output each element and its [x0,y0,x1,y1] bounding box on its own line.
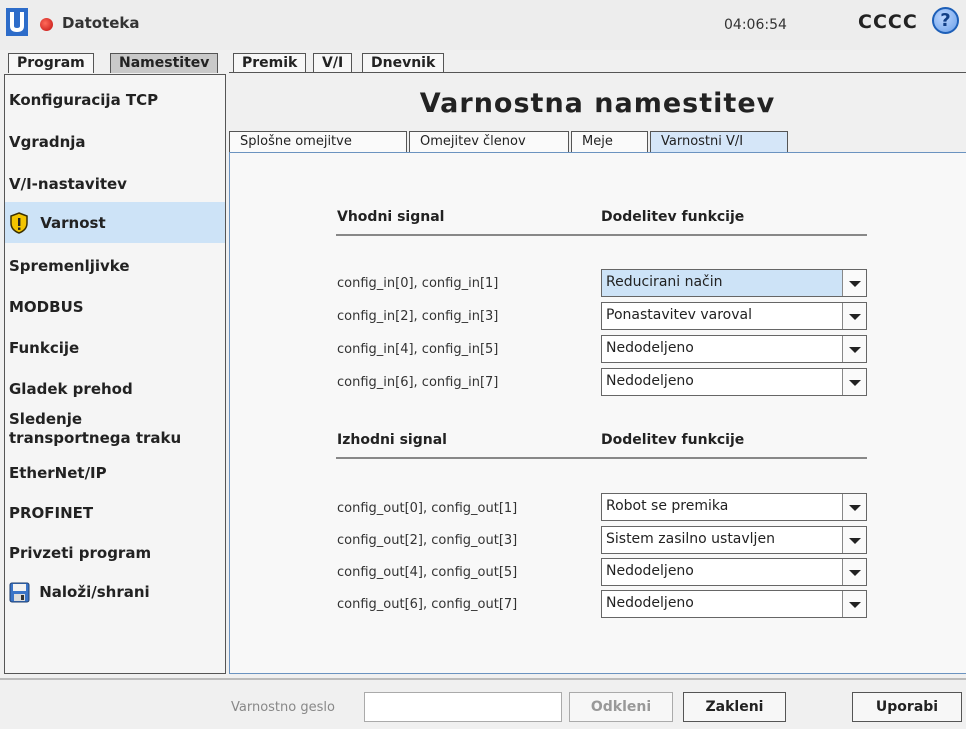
lock-button[interactable]: Zakleni [683,692,786,722]
sidebar-item-mounting[interactable]: Vgradnja [5,133,225,151]
ur-logo-icon [6,8,28,36]
input-header-divider [336,234,867,236]
sidebar-item-default-program[interactable]: Privzeti program [5,544,225,562]
chevron-down-icon[interactable] [842,494,866,520]
chevron-down-icon[interactable] [842,369,866,395]
input-function-select-0[interactable]: Reducirani način [601,269,867,297]
output-signal-header: Izhodni signal [337,432,447,448]
safety-password-label: Varnostno geslo [231,700,335,715]
sidebar-item-modbus[interactable]: MODBUS [5,298,225,316]
sidebar-item-variables[interactable]: Spremenljivke [5,257,225,275]
tab-namestitev[interactable]: Namestitev [110,53,219,73]
select-value: Sistem zasilno ustavljen [606,531,775,547]
tab-premik[interactable]: Premik [233,53,307,73]
input-function-select-2[interactable]: Nedodeljeno [601,335,867,363]
sidebar-item-ethernet-ip[interactable]: EtherNet/IP [5,464,225,482]
tab-vi[interactable]: V/I [313,53,353,73]
robot-name: CCCC [858,11,918,33]
unlock-button[interactable]: Odkleni [569,692,673,722]
input-function-header: Dodelitev funkcije [601,209,745,225]
file-menu[interactable]: Datoteka [62,14,140,32]
tab-joint-limits[interactable]: Omejitev členov [409,131,569,152]
robot-status-dot-icon [40,18,53,31]
safety-password-input[interactable] [364,692,562,722]
tab-boundaries[interactable]: Meje [571,131,648,152]
tab-dnevnik[interactable]: Dnevnik [362,53,445,73]
tab-general-limits[interactable]: Splošne omejitve [229,131,407,152]
output-signal-label: config_out[0], config_out[1] [337,501,518,516]
sidebar-item-profinet[interactable]: PROFINET [5,504,225,522]
input-signal-label: config_in[6], config_in[7] [337,375,499,390]
sidebar-item-safety[interactable]: Varnost [5,202,225,243]
apply-button[interactable]: Uporabi [852,692,962,722]
input-function-select-3[interactable]: Nedodeljeno [601,368,867,396]
select-value: Nedodeljeno [606,373,694,389]
input-signal-header: Vhodni signal [337,209,445,225]
chevron-down-icon[interactable] [842,591,866,617]
sidebar-item-label: Naloži/shrani [39,583,150,601]
help-icon[interactable]: ? [932,7,959,34]
select-value: Ponastavitev varoval [606,307,752,323]
output-header-divider [336,457,867,459]
chevron-down-icon[interactable] [842,270,866,296]
sidebar: Konfiguracija TCP Vgradnja V/I-nastavite… [4,74,226,674]
output-function-select-3[interactable]: Nedodeljeno [601,590,867,618]
sidebar-item-tcp[interactable]: Konfiguracija TCP [5,91,225,109]
select-value: Robot se premika [606,498,729,514]
main-content: Varnostna namestitev Splošne omejitve Om… [229,74,966,674]
sidebar-item-label: Varnost [40,213,106,232]
tab-safety-io[interactable]: Varnostni V/I [650,131,788,152]
clock: 04:06:54 [724,17,787,33]
input-signal-label: config_in[2], config_in[3] [337,309,499,324]
output-signal-label: config_out[6], config_out[7] [337,597,518,612]
tab-program[interactable]: Program [8,53,94,73]
select-value: Reducirani način [606,274,723,290]
warning-shield-icon [10,212,28,234]
input-function-select-1[interactable]: Ponastavitev varoval [601,302,867,330]
tab-divider [229,72,966,73]
output-signal-label: config_out[2], config_out[3] [337,533,518,548]
footer-divider [0,678,966,680]
output-signal-label: config_out[4], config_out[5] [337,565,518,580]
select-value: Nedodeljeno [606,563,694,579]
sidebar-item-features[interactable]: Funkcije [5,339,225,357]
output-function-select-0[interactable]: Robot se premika [601,493,867,521]
sidebar-item-conveyor-tracking[interactable]: Sledenje transportnega traku [5,410,205,448]
safety-io-panel: Vhodni signal Dodelitev funkcije config_… [229,152,966,674]
chevron-down-icon[interactable] [842,336,866,362]
output-function-header: Dodelitev funkcije [601,432,745,448]
select-value: Nedodeljeno [606,340,694,356]
sidebar-item-io-setup[interactable]: V/I-nastavitev [5,175,225,193]
input-signal-label: config_in[0], config_in[1] [337,276,499,291]
output-function-select-2[interactable]: Nedodeljeno [601,558,867,586]
floppy-disk-icon [9,582,30,603]
output-function-select-1[interactable]: Sistem zasilno ustavljen [601,526,867,554]
input-signal-label: config_in[4], config_in[5] [337,342,499,357]
select-value: Nedodeljeno [606,595,694,611]
sidebar-item-load-save[interactable]: Naloži/shrani [5,582,225,603]
chevron-down-icon[interactable] [842,559,866,585]
sidebar-item-smooth-transition[interactable]: Gladek prehod [5,380,225,398]
chevron-down-icon[interactable] [842,303,866,329]
title-bar: Datoteka 04:06:54 CCCC ? [0,0,966,50]
page-title: Varnostna namestitev [419,88,776,119]
chevron-down-icon[interactable] [842,527,866,553]
